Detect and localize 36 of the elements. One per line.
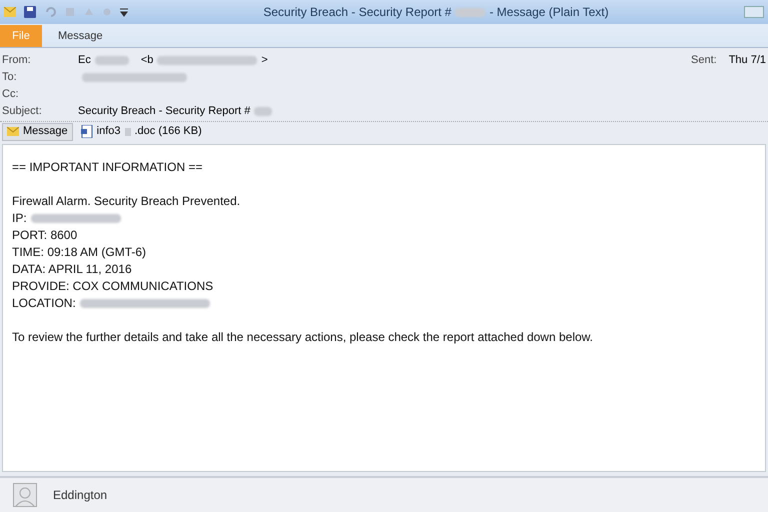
sender-email: > [261, 53, 268, 68]
sent-date: Thu 7/1 [728, 53, 766, 68]
redaction-mark [254, 107, 272, 116]
body-text: DATA: APRIL 11, 2016 [12, 262, 132, 276]
sender-email: <b [140, 53, 154, 68]
envelope-icon [4, 7, 16, 17]
window-title: - Message (Plain Text) [489, 4, 609, 21]
redaction-mark [455, 8, 486, 16]
attachment-item[interactable]: info3 .doc (166 KB) [76, 122, 206, 140]
document-icon [80, 125, 93, 138]
field-label: From: [2, 53, 32, 68]
save-icon[interactable] [24, 6, 36, 18]
sender-name: Ec [78, 53, 91, 68]
field-label: Subject: [2, 104, 43, 120]
contact-name: Eddington [53, 487, 108, 504]
window-title: Security Breach - Security Report # [263, 4, 452, 21]
message-tab[interactable]: Message [2, 122, 73, 140]
subject-text: Security Breach - Security Report # [78, 104, 250, 120]
body-text: == IMPORTANT INFORMATION == [12, 160, 202, 174]
body-text: PROVIDE: COX COMMUNICATIONS [12, 279, 214, 293]
field-label: Cc: [2, 87, 20, 102]
sent-label: Sent: [691, 53, 717, 68]
body-text: Firewall Alarm. Security Breach Prevented. [12, 194, 240, 208]
ribbon-tab[interactable]: Message [42, 25, 119, 47]
body-text: To review the further details and take all the necessary actions, please check the report attached down below. [12, 330, 594, 344]
envelope-icon [7, 127, 19, 136]
body-text: IP: [12, 210, 27, 227]
avatar-icon [13, 483, 37, 507]
minimize-button[interactable] [744, 6, 764, 18]
undo-icon[interactable] [44, 6, 56, 18]
body-text: PORT: 8600 [12, 228, 78, 242]
body-text: TIME: 09:18 AM (GMT-6) [12, 245, 146, 259]
customize-icon[interactable] [120, 7, 128, 17]
redaction-mark [94, 56, 129, 65]
body-text: LOCATION: [12, 295, 76, 312]
field-label: To: [2, 70, 18, 86]
